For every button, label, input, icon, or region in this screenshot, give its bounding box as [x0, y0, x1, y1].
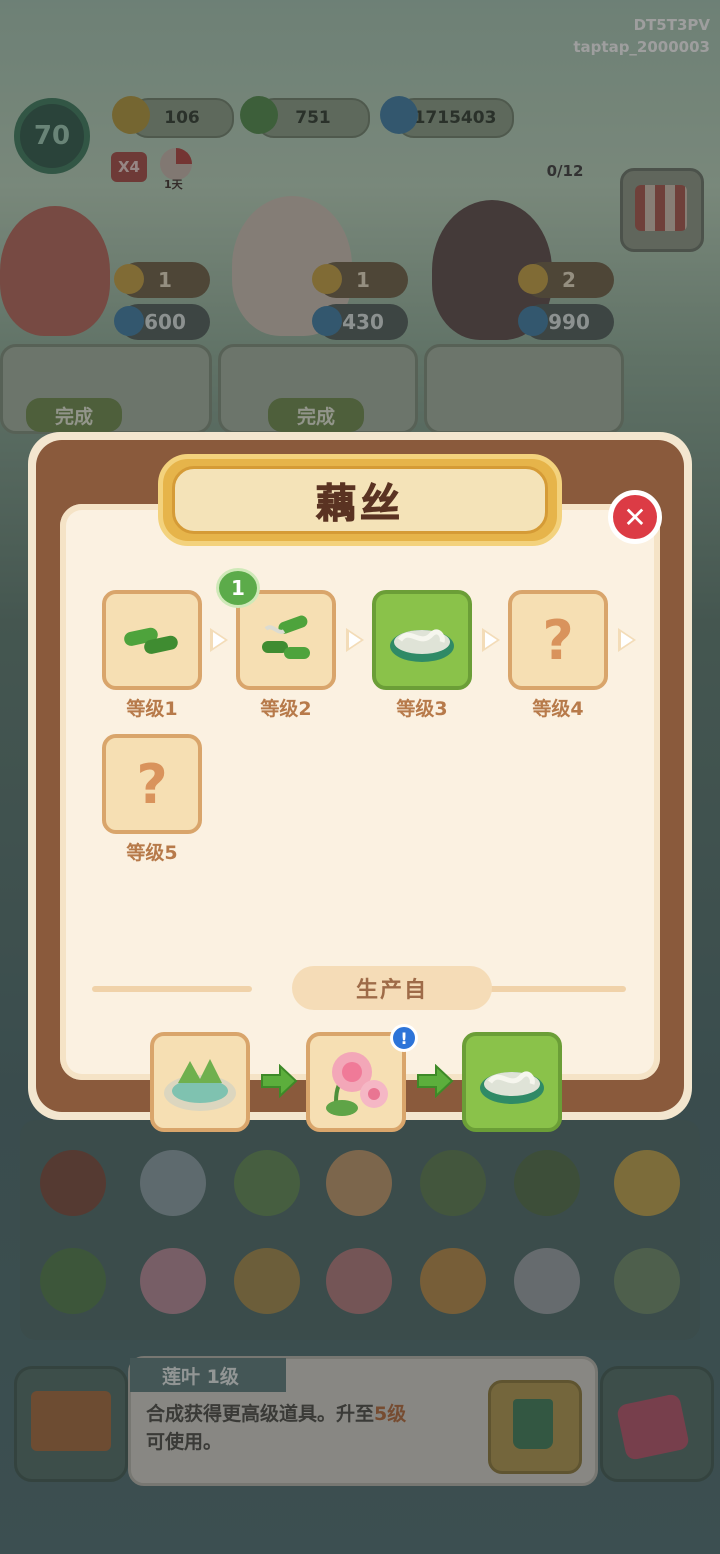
- chain-label-3: 等级3: [396, 698, 448, 720]
- close-button[interactable]: ✕: [608, 490, 662, 544]
- lotus-silk-bowl-icon: [480, 1071, 544, 1104]
- chain-label-2: 等级2: [260, 698, 312, 720]
- chain-label-5: 等级5: [126, 842, 178, 864]
- modal-title: 藕丝: [316, 481, 404, 528]
- produced-from-text: 生产自: [355, 978, 428, 1003]
- modal-content: 等级1 1 等级2 等级3 ? 等级4 ? 等级5 生产自 !: [60, 504, 660, 1132]
- close-icon: ✕: [613, 495, 657, 539]
- divider-right: [470, 986, 626, 992]
- chain-tile-level-3[interactable]: [372, 590, 472, 690]
- chain-tile-level-5[interactable]: ?: [102, 734, 202, 834]
- chain-count-value: 1: [231, 576, 245, 600]
- unknown-icon: ?: [542, 608, 574, 672]
- lotus-root-slice-icon: [262, 615, 310, 659]
- modal-title-banner: 藕丝: [158, 454, 562, 546]
- chain-arrow-icon: [482, 628, 500, 652]
- info-alert-icon: !: [390, 1024, 418, 1052]
- item-detail-modal: 等级1 1 等级2 等级3 ? 等级4 ? 等级5 生产自 ! 藕丝 ✕: [28, 432, 692, 1132]
- produced-from-label: 生产自: [292, 966, 492, 1010]
- chain-tile-level-4[interactable]: ?: [508, 590, 608, 690]
- banner-front: 藕丝: [172, 466, 548, 534]
- source-tile-result[interactable]: [462, 1032, 562, 1132]
- chain-tile-level-1[interactable]: [102, 590, 202, 690]
- source-tile-lotus[interactable]: [306, 1032, 406, 1132]
- chain-tile-level-2[interactable]: [236, 590, 336, 690]
- green-arrow-icon: [261, 1064, 298, 1098]
- chain-arrow-icon: [346, 628, 364, 652]
- green-arrow-icon: [417, 1064, 454, 1098]
- chain-label-4: 等级4: [532, 698, 584, 720]
- chain-count-badge: 1: [216, 568, 260, 608]
- chain-arrow-icon: [210, 628, 228, 652]
- lotus-flower-icon: [326, 1052, 388, 1116]
- unknown-icon: ?: [136, 752, 168, 816]
- divider-left: [92, 986, 252, 992]
- chain-arrow-icon: [618, 628, 636, 652]
- source-tile-pond[interactable]: [150, 1032, 250, 1132]
- chain-label-1: 等级1: [126, 698, 178, 720]
- info-alert-mark: !: [400, 1028, 408, 1048]
- lotus-silk-bowl-icon: [390, 629, 454, 662]
- lotus-root-icon: [124, 627, 178, 654]
- lotus-pond-icon: [164, 1059, 236, 1111]
